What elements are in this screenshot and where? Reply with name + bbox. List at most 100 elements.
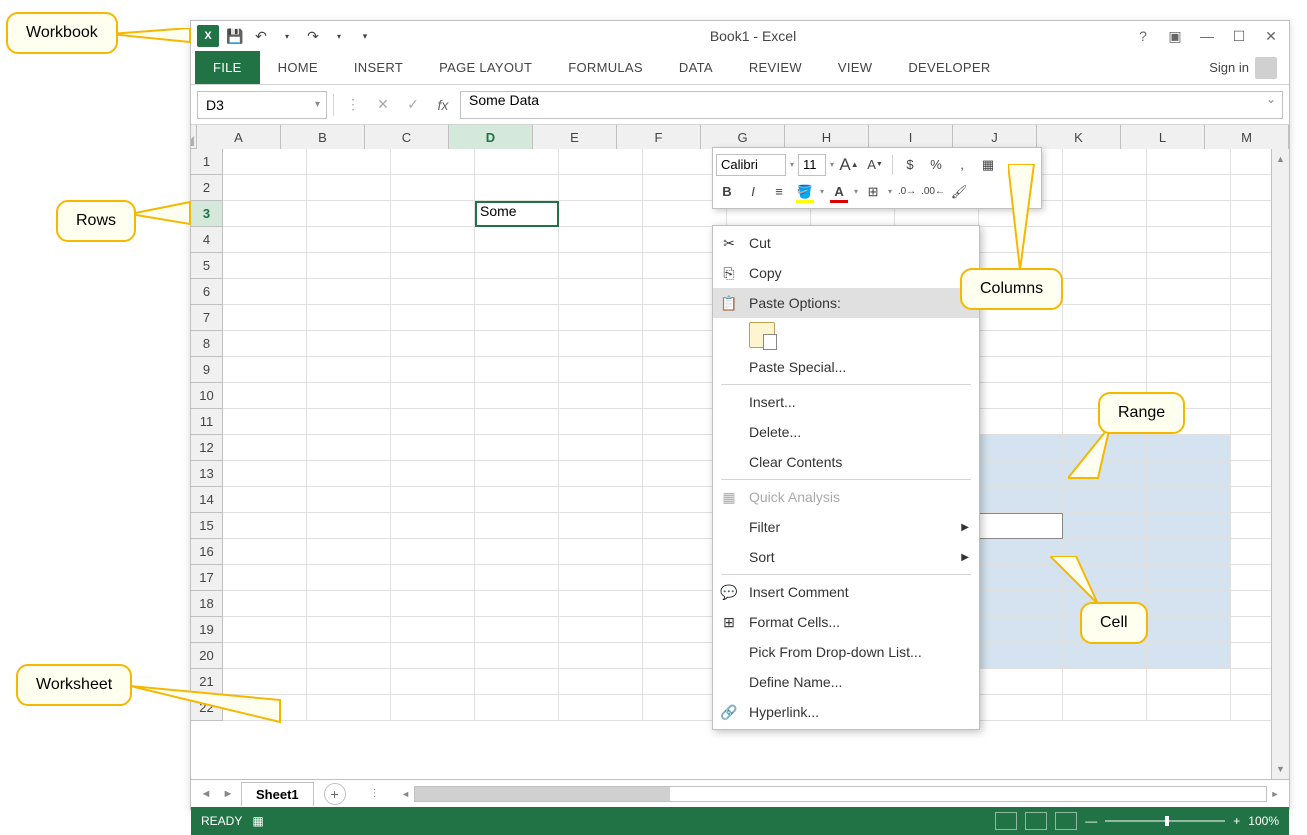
tab-developer[interactable]: DEVELOPER (890, 51, 1008, 84)
page-layout-view-button[interactable] (1025, 812, 1047, 830)
cell-J16[interactable] (979, 539, 1063, 565)
cell-E14[interactable] (559, 487, 643, 513)
cell-K4[interactable] (1063, 227, 1147, 253)
align-center-icon[interactable]: ≡ (768, 181, 790, 203)
cell-J21[interactable] (979, 669, 1063, 695)
sheet-nav-next-icon[interactable]: ► (219, 785, 237, 803)
cell-L2[interactable] (1147, 175, 1231, 201)
menu-paste-options[interactable]: 📋Paste Options: (713, 288, 979, 318)
cell-A21[interactable] (223, 669, 307, 695)
zoom-slider[interactable] (1105, 820, 1225, 822)
row-header-17[interactable]: 17 (191, 565, 223, 591)
cell-E2[interactable] (559, 175, 643, 201)
cell-L17[interactable] (1147, 565, 1231, 591)
row-header-13[interactable]: 13 (191, 461, 223, 487)
cell-K22[interactable] (1063, 695, 1147, 721)
cell-B17[interactable] (307, 565, 391, 591)
cell-B3[interactable] (307, 201, 391, 227)
cell-L21[interactable] (1147, 669, 1231, 695)
cell-B6[interactable] (307, 279, 391, 305)
cell-C15[interactable] (391, 513, 475, 539)
undo-dropdown-icon[interactable]: ▾ (277, 26, 297, 46)
cell-B22[interactable] (307, 695, 391, 721)
cell-L16[interactable] (1147, 539, 1231, 565)
undo-icon[interactable]: ↶ (251, 26, 271, 46)
cell-J10[interactable] (979, 383, 1063, 409)
cell-B11[interactable] (307, 409, 391, 435)
cell-D14[interactable] (475, 487, 559, 513)
cell-J13[interactable] (979, 461, 1063, 487)
add-sheet-button[interactable]: + (324, 783, 346, 805)
increase-font-icon[interactable]: A▲ (838, 154, 860, 176)
cell-L13[interactable] (1147, 461, 1231, 487)
menu-pick-list[interactable]: Pick From Drop-down List... (713, 637, 979, 667)
cell-C5[interactable] (391, 253, 475, 279)
increase-decimal-icon[interactable]: .0→ (896, 181, 918, 203)
cell-J19[interactable] (979, 617, 1063, 643)
cell-C7[interactable] (391, 305, 475, 331)
cell-B5[interactable] (307, 253, 391, 279)
cell-A6[interactable] (223, 279, 307, 305)
qat-customize-icon[interactable]: ▾ (355, 26, 375, 46)
cell-E13[interactable] (559, 461, 643, 487)
sheet-nav-prev-icon[interactable]: ◄ (197, 785, 215, 803)
cell-B1[interactable] (307, 149, 391, 175)
redo-icon[interactable]: ↷ (303, 26, 323, 46)
cell-J9[interactable] (979, 357, 1063, 383)
bold-icon[interactable]: B (716, 181, 738, 203)
cell-A22[interactable] (223, 695, 307, 721)
borders-icon[interactable]: ⊞ (862, 181, 884, 203)
cell-D21[interactable] (475, 669, 559, 695)
currency-format-icon[interactable]: $ (899, 154, 921, 176)
cell-L12[interactable] (1147, 435, 1231, 461)
cell-E11[interactable] (559, 409, 643, 435)
comma-format-icon[interactable]: , (951, 154, 973, 176)
zoom-level[interactable]: 100% (1248, 814, 1279, 828)
cell-L6[interactable] (1147, 279, 1231, 305)
cell-D13[interactable] (475, 461, 559, 487)
save-icon[interactable]: 💾 (225, 26, 245, 46)
cell-A3[interactable] (223, 201, 307, 227)
cell-D19[interactable] (475, 617, 559, 643)
cell-L20[interactable] (1147, 643, 1231, 669)
row-header-1[interactable]: 1 (191, 149, 223, 175)
cell-D11[interactable] (475, 409, 559, 435)
cell-K8[interactable] (1063, 331, 1147, 357)
cell-B15[interactable] (307, 513, 391, 539)
zoom-in-button[interactable]: + (1233, 814, 1240, 828)
cell-E12[interactable] (559, 435, 643, 461)
cell-J22[interactable] (979, 695, 1063, 721)
cell-A9[interactable] (223, 357, 307, 383)
fx-icon[interactable]: fx (430, 92, 456, 118)
sheet-tab-sheet1[interactable]: Sheet1 (241, 782, 314, 806)
cell-E1[interactable] (559, 149, 643, 175)
cell-A14[interactable] (223, 487, 307, 513)
column-header-K[interactable]: K (1037, 125, 1121, 149)
cell-B16[interactable] (307, 539, 391, 565)
cell-D10[interactable] (475, 383, 559, 409)
row-header-11[interactable]: 11 (191, 409, 223, 435)
cell-K12[interactable] (1063, 435, 1147, 461)
cell-D8[interactable] (475, 331, 559, 357)
cell-A2[interactable] (223, 175, 307, 201)
cell-K14[interactable] (1063, 487, 1147, 513)
horizontal-scrollbar[interactable]: ⋮ ◄ ► (370, 786, 1283, 802)
row-header-9[interactable]: 9 (191, 357, 223, 383)
cell-A12[interactable] (223, 435, 307, 461)
tab-review[interactable]: REVIEW (731, 51, 820, 84)
cell-E15[interactable] (559, 513, 643, 539)
cell-B14[interactable] (307, 487, 391, 513)
row-header-14[interactable]: 14 (191, 487, 223, 513)
column-header-L[interactable]: L (1121, 125, 1205, 149)
cell-J14[interactable] (979, 487, 1063, 513)
menu-filter[interactable]: Filter▶ (713, 512, 979, 542)
cell-D22[interactable] (475, 695, 559, 721)
cell-C19[interactable] (391, 617, 475, 643)
row-header-18[interactable]: 18 (191, 591, 223, 617)
decrease-decimal-icon[interactable]: .00← (922, 181, 944, 203)
cell-E22[interactable] (559, 695, 643, 721)
cell-A15[interactable] (223, 513, 307, 539)
cell-L9[interactable] (1147, 357, 1231, 383)
percent-format-icon[interactable]: % (925, 154, 947, 176)
fill-color-icon[interactable]: 🪣 (794, 181, 816, 203)
